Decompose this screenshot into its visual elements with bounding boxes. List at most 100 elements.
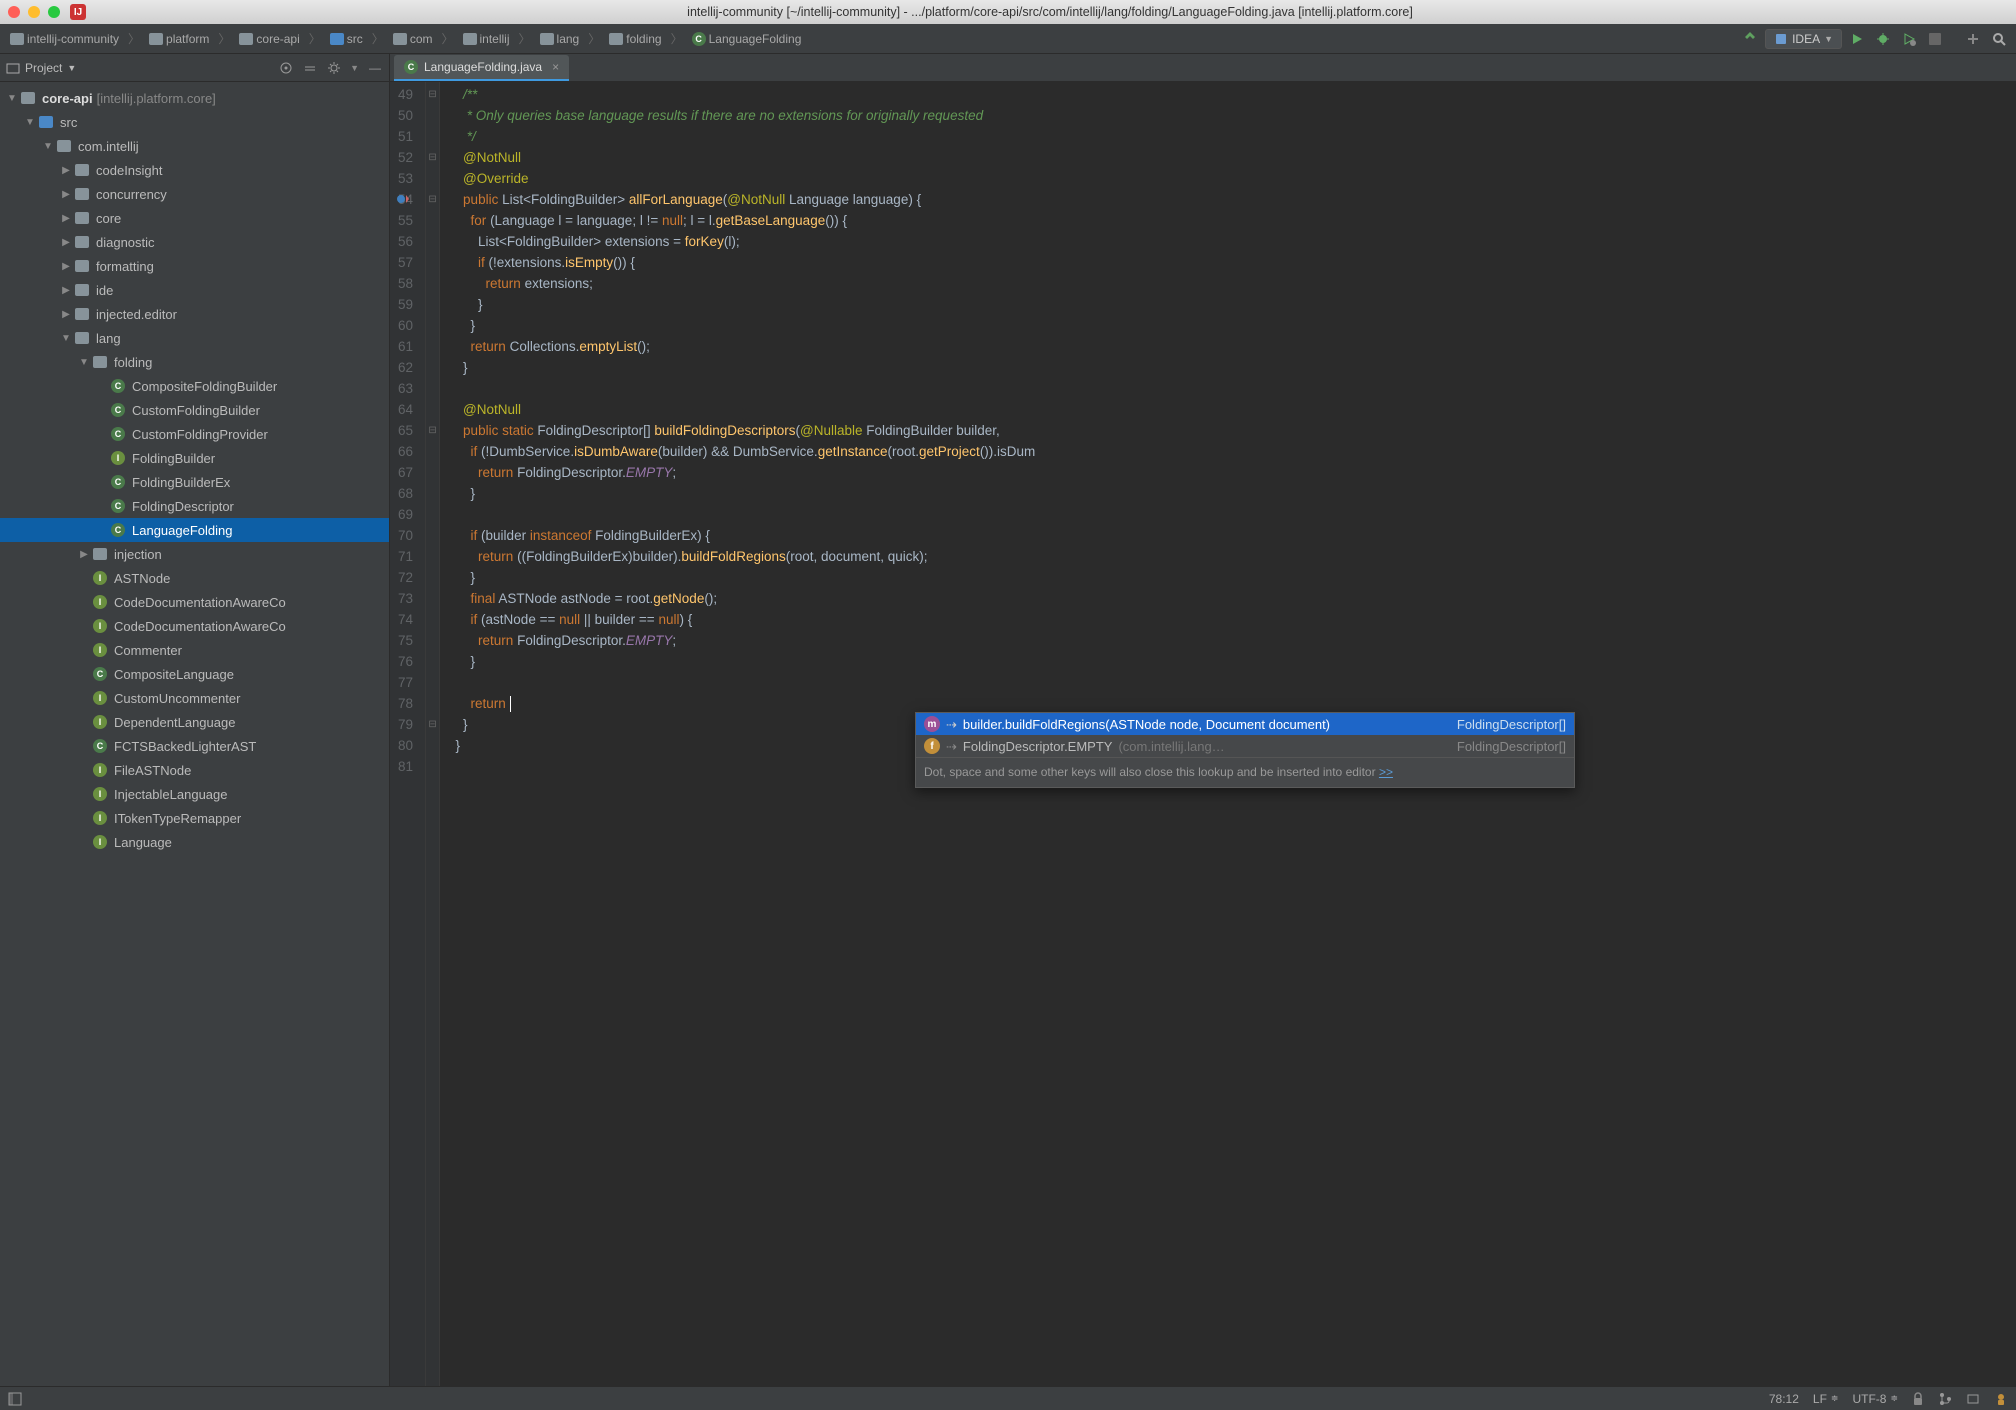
tree-node[interactable]: IITokenTypeRemapper [0,806,389,830]
tree-node[interactable]: ▶ide [0,278,389,302]
window-controls [8,6,60,18]
tree-node[interactable]: CCompositeLanguage [0,662,389,686]
hector-icon[interactable] [1994,1392,2008,1406]
build-button[interactable] [1739,28,1761,50]
folder-icon [149,33,163,45]
chevron-right-icon: 〉 [309,30,321,47]
tree-node[interactable]: IFileASTNode [0,758,389,782]
package-icon [75,308,89,320]
run-config-selector[interactable]: IDEA ▼ [1765,29,1842,49]
tree-node[interactable]: IDependentLanguage [0,710,389,734]
breadcrumb-item[interactable]: src [326,30,367,48]
tree-node[interactable]: ▶core [0,206,389,230]
package-icon [540,33,554,45]
tree-node[interactable]: ▼lang [0,326,389,350]
memory-indicator[interactable] [1966,1392,1980,1406]
breadcrumb-item[interactable]: intellij-community [6,30,123,48]
tree-node[interactable]: IInjectableLanguage [0,782,389,806]
breadcrumb-item[interactable]: lang [536,30,584,48]
breadcrumb-item[interactable]: core-api [235,30,303,48]
chevron-right-icon: 〉 [218,30,230,47]
tree-node[interactable]: ▶formatting [0,254,389,278]
method-icon: m [924,716,940,732]
coverage-button[interactable] [1898,28,1920,50]
tree-node[interactable]: ▶concurrency [0,182,389,206]
tree-node[interactable]: IASTNode [0,566,389,590]
package-icon [75,212,89,224]
cursor-position[interactable]: 78:12 [1769,1392,1799,1406]
project-tree[interactable]: ▼core-api [intellij.platform.core]▼src▼c… [0,82,389,1386]
interface-icon: I [93,787,107,801]
minimize-window-icon[interactable] [28,6,40,18]
debug-button[interactable] [1872,28,1894,50]
class-icon: C [111,475,125,489]
search-everywhere-button[interactable] [1988,28,2010,50]
tree-node[interactable]: ICodeDocumentationAwareCo [0,590,389,614]
completion-hint-link[interactable]: >> [1379,765,1393,779]
class-icon: C [111,403,125,417]
breadcrumb-item[interactable]: com [389,30,437,48]
close-icon[interactable]: × [552,60,559,74]
tree-node[interactable]: ▼com.intellij [0,134,389,158]
editor-tab[interactable]: C LanguageFolding.java × [394,55,569,81]
tree-node[interactable]: ICodeDocumentationAwareCo [0,614,389,638]
tree-node[interactable]: ▼folding [0,350,389,374]
tool-window-quick-access[interactable] [8,1392,22,1406]
fold-column[interactable]: ⊟⊟⊟⊟⊟ [426,82,440,1386]
tree-node[interactable]: ▶injected.editor [0,302,389,326]
chevron-down-icon[interactable]: ▼ [350,63,359,73]
tree-node[interactable]: ▶diagnostic [0,230,389,254]
tree-node[interactable]: CLanguageFolding [0,518,389,542]
tree-node[interactable]: CFoldingBuilderEx [0,470,389,494]
tree-node[interactable]: IFoldingBuilder [0,446,389,470]
interface-icon: I [93,571,107,585]
completion-item[interactable]: f ⇢ FoldingDescriptor.EMPTY (com.intelli… [916,735,1574,757]
zoom-window-icon[interactable] [48,6,60,18]
class-icon: C [692,32,706,46]
breadcrumb-item[interactable]: platform [145,30,213,48]
run-button[interactable] [1846,28,1868,50]
window-title: intellij-community [~/intellij-community… [92,5,2008,19]
tree-node[interactable]: CCompositeFoldingBuilder [0,374,389,398]
tree-node[interactable]: CCustomFoldingBuilder [0,398,389,422]
tree-node[interactable]: CFCTSBackedLighterAST [0,734,389,758]
interface-icon: I [93,835,107,849]
tree-node[interactable]: ▶codeInsight [0,158,389,182]
class-icon: C [111,427,125,441]
breadcrumb-item[interactable]: CLanguageFolding [688,30,806,48]
interface-icon: I [93,811,107,825]
settings-button[interactable] [326,60,342,76]
readonly-toggle[interactable] [1912,1392,1924,1406]
chevron-right-icon: 〉 [441,30,453,47]
tree-node[interactable]: ▶injection [0,542,389,566]
line-separator[interactable]: LF ≑ [1813,1392,1839,1406]
tool-window-title[interactable]: Project ▼ [6,61,76,75]
breadcrumb-item[interactable]: intellij [459,30,514,48]
class-icon: C [93,739,107,753]
tree-node[interactable]: ▼core-api [intellij.platform.core] [0,86,389,110]
tree-node[interactable]: CFoldingDescriptor [0,494,389,518]
package-icon [75,260,89,272]
code-editor[interactable]: 4950515253545556575859606162636465666768… [390,82,2016,1386]
file-encoding[interactable]: UTF-8 ≑ [1852,1392,1898,1406]
tree-node[interactable]: ▼src [0,110,389,134]
field-icon: f [924,738,940,754]
tree-node[interactable]: ICommenter [0,638,389,662]
collapse-all-button[interactable] [302,60,318,76]
git-branch[interactable] [1938,1392,1952,1406]
breadcrumb-item[interactable]: folding [605,30,665,48]
chevron-down-icon: ▼ [1824,34,1833,44]
close-window-icon[interactable] [8,6,20,18]
hide-button[interactable]: — [367,60,383,76]
completion-item[interactable]: m ⇢ builder.buildFoldRegions(ASTNode nod… [916,713,1574,735]
stop-button[interactable] [1924,28,1946,50]
scroll-to-source-button[interactable] [278,60,294,76]
tree-node[interactable]: ILanguage [0,830,389,854]
app-icon: IJ [70,4,86,20]
tree-node[interactable]: ICustomUncommenter [0,686,389,710]
source-folder-icon [39,116,53,128]
chevron-right-icon: 〉 [519,30,531,47]
gutter[interactable]: 4950515253545556575859606162636465666768… [390,82,426,1386]
update-project-button[interactable] [1962,28,1984,50]
tree-node[interactable]: CCustomFoldingProvider [0,422,389,446]
